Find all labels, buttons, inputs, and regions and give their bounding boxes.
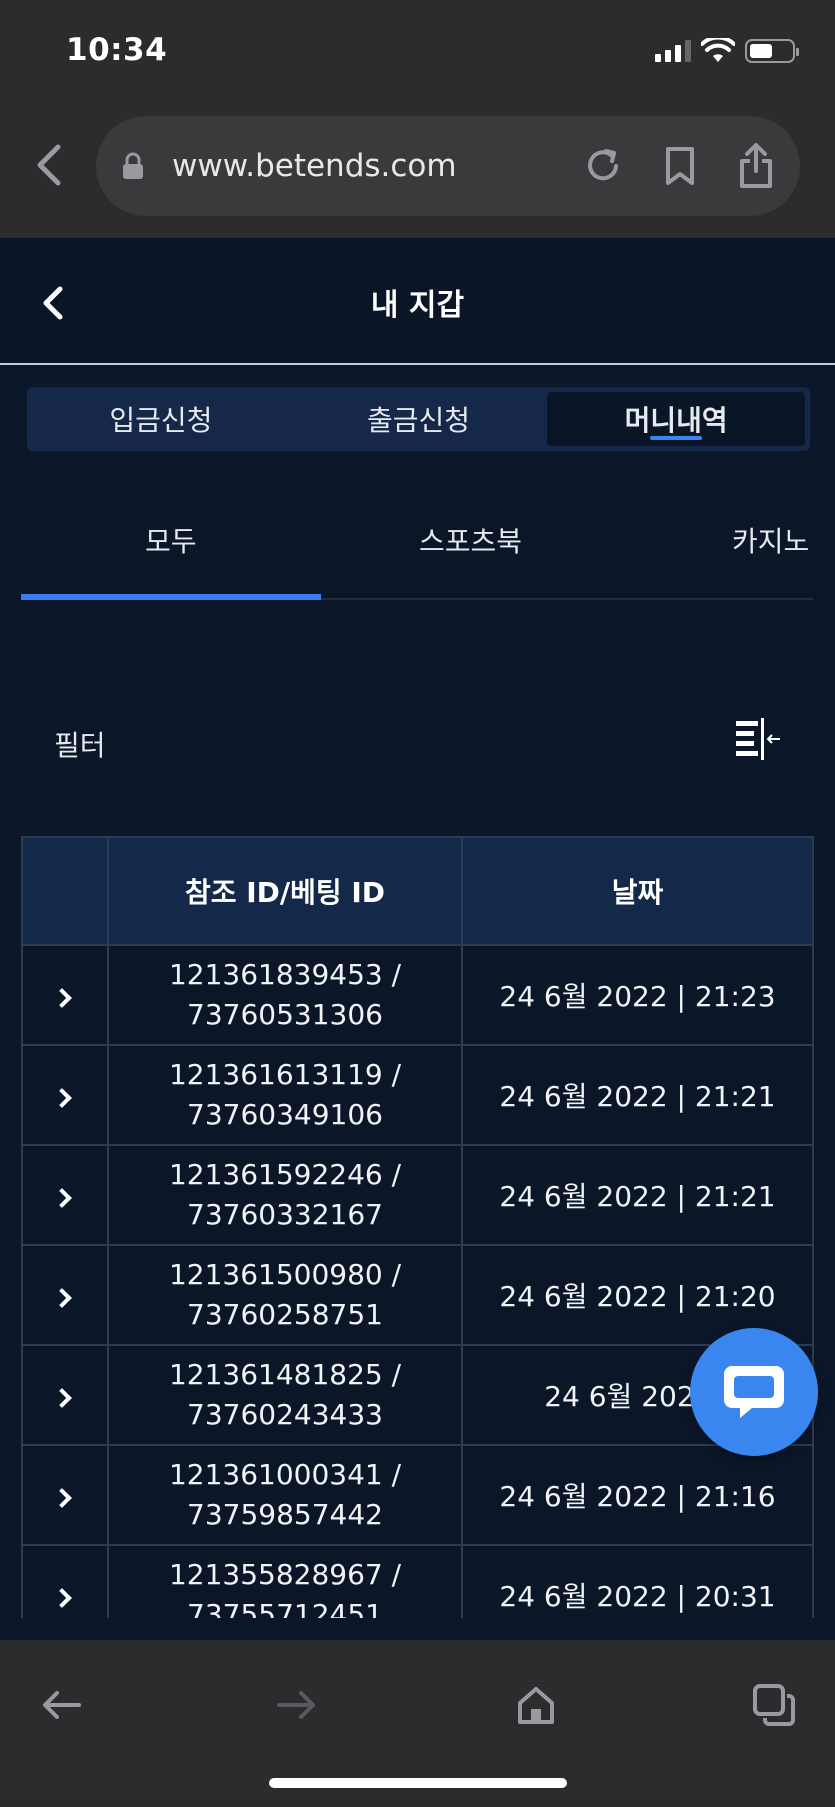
tabs-icon: [753, 1684, 795, 1726]
reload-icon[interactable]: [584, 147, 622, 185]
ref-cell: 121361500980 /73760258751: [107, 1244, 463, 1346]
toolbar-home-button[interactable]: [511, 1680, 561, 1730]
ref-cell: 121361839453 /73760531306: [107, 944, 463, 1046]
column-header-ref: 참조 ID/베팅 ID: [107, 836, 463, 946]
column-header-expand: [21, 836, 109, 946]
chat-button[interactable]: [690, 1328, 818, 1456]
chat-icon: [724, 1366, 784, 1418]
segment-money-history[interactable]: 머니내역: [547, 392, 806, 446]
browser-back-icon[interactable]: [30, 140, 66, 190]
tab-casino[interactable]: 카지노: [732, 520, 809, 560]
row-expand-chevron-icon[interactable]: [21, 1544, 109, 1618]
row-expand-chevron-icon[interactable]: [21, 1044, 109, 1146]
toolbar-tabs-button[interactable]: [749, 1680, 799, 1730]
history-tabs: 모두 스포츠북 카지노: [21, 490, 813, 600]
arrow-right-icon: [277, 1691, 315, 1719]
table-row[interactable]: 121361613119 /73760349106 24 6월 2022 | 2…: [21, 1044, 814, 1146]
ref-cell: 121361613119 /73760349106: [107, 1044, 463, 1146]
home-indicator: [269, 1778, 567, 1788]
url-bar[interactable]: www.betends.com: [96, 116, 800, 216]
browser-chrome: 10:34 www.betends.com: [0, 0, 835, 238]
table-row[interactable]: 121355828967 /73755712451 24 6월 2022 | 2…: [21, 1544, 814, 1618]
date-cell: 24 6월 2022 | 20:31: [461, 1544, 814, 1618]
filter-label: 필터: [54, 729, 106, 762]
lock-icon: [123, 152, 143, 179]
ref-cell: 121361481825 /73760243433: [107, 1344, 463, 1446]
segment-withdraw[interactable]: 출금신청: [290, 392, 548, 446]
table-row[interactable]: 121361000341 /73759857442 24 6월 2022 | 2…: [21, 1444, 814, 1546]
date-cell: 24 6월 2022 | 21:16: [461, 1444, 814, 1546]
ref-cell: 121361000341 /73759857442: [107, 1444, 463, 1546]
date-cell: 24 6월 2022 | 21:23: [461, 944, 814, 1046]
toolbar-forward-button[interactable]: [272, 1680, 322, 1730]
history-table: 참조 ID/베팅 ID 날짜 121361839453 /73760531306…: [21, 836, 814, 1618]
active-underline: [650, 436, 703, 440]
status-icons: [655, 38, 799, 64]
active-tab-indicator: [21, 594, 321, 600]
arrow-left-icon: [43, 1691, 81, 1719]
page-title: 내 지갑: [370, 288, 465, 323]
tab-sportsbook[interactable]: 스포츠북: [419, 520, 522, 560]
row-expand-chevron-icon[interactable]: [21, 1444, 109, 1546]
table-row[interactable]: 121361592246 /73760332167 24 6월 2022 | 2…: [21, 1144, 814, 1246]
tab-all[interactable]: 모두: [145, 520, 197, 560]
bookmark-icon[interactable]: [664, 146, 696, 186]
share-icon[interactable]: [738, 143, 774, 189]
status-time: 10:34: [66, 32, 168, 68]
row-expand-chevron-icon[interactable]: [21, 944, 109, 1046]
url-text: www.betends.com: [172, 148, 457, 184]
ref-cell: 121361592246 /73760332167: [107, 1144, 463, 1246]
home-icon: [518, 1687, 554, 1724]
wallet-segmented-control: 입금신청 출금신청 머니내역: [27, 387, 810, 451]
history-table-wrap[interactable]: 참조 ID/베팅 ID 날짜 121361839453 /73760531306…: [21, 836, 814, 1618]
signal-icon: [655, 40, 691, 62]
wifi-icon: [701, 38, 735, 62]
battery-icon: [745, 39, 799, 63]
toolbar-back-button[interactable]: [36, 1680, 86, 1730]
date-cell: 24 6월 2022 | 21:21: [461, 1144, 814, 1246]
row-expand-chevron-icon[interactable]: [21, 1144, 109, 1246]
row-expand-chevron-icon[interactable]: [21, 1244, 109, 1346]
table-row[interactable]: 121361500980 /73760258751 24 6월 2022 | 2…: [21, 1244, 814, 1346]
ref-cell: 121355828967 /73755712451: [107, 1544, 463, 1618]
app-header: 내 지갑: [0, 238, 835, 365]
table-row[interactable]: 121361839453 /73760531306 24 6월 2022 | 2…: [21, 944, 814, 1046]
segment-deposit[interactable]: 입금신청: [32, 392, 290, 446]
filter-collapse-icon[interactable]: [734, 718, 782, 762]
date-cell: 24 6월 2022 | 21:21: [461, 1044, 814, 1146]
column-header-date: 날짜: [461, 836, 814, 946]
row-expand-chevron-icon[interactable]: [21, 1344, 109, 1446]
